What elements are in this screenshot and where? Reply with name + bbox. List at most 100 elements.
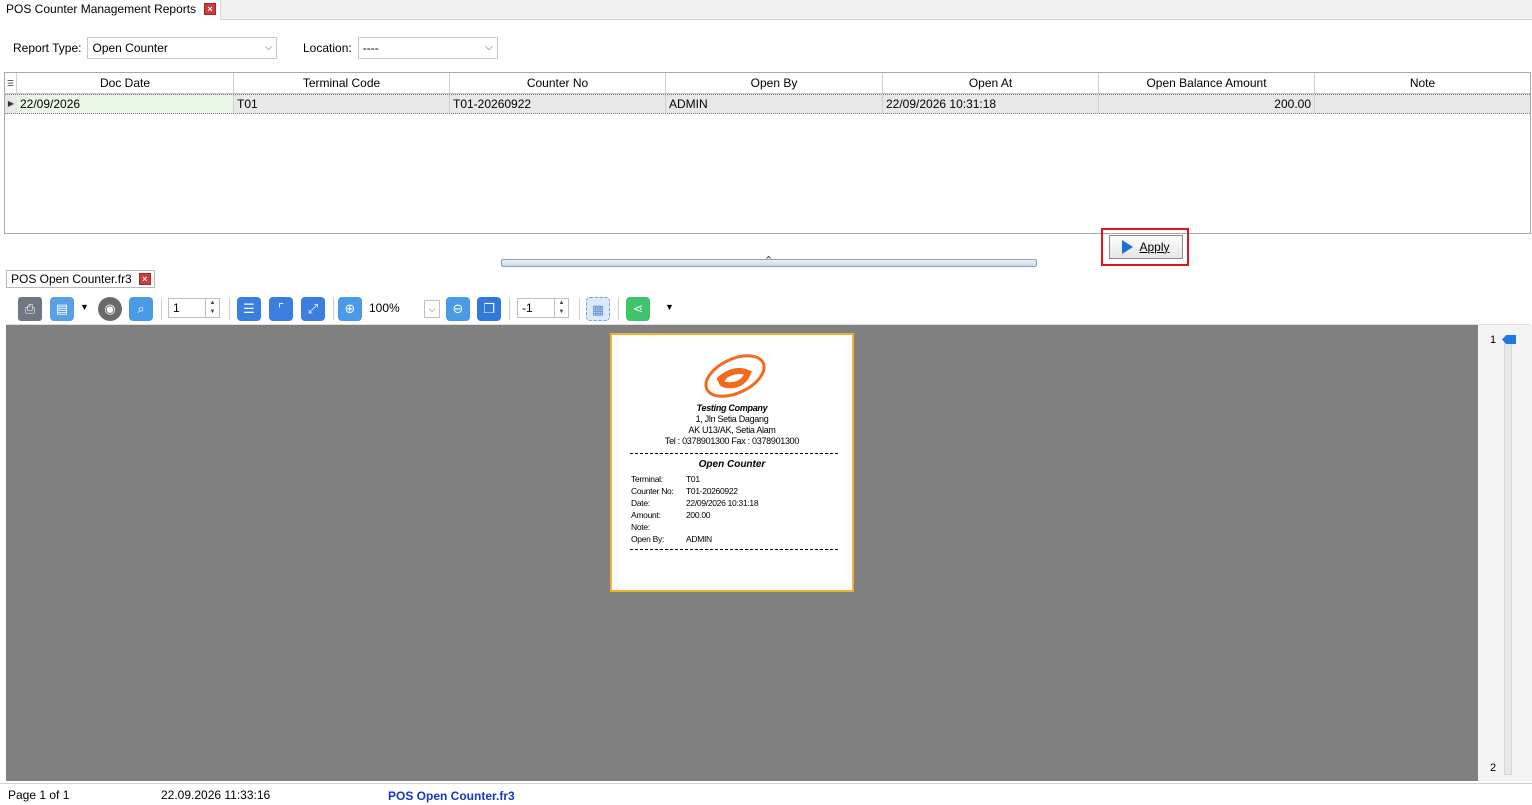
search-icon[interactable]: ⌕ — [129, 297, 153, 321]
divider — [630, 549, 838, 550]
window-tab-bar: POS Counter Management Reports × — [0, 0, 1532, 20]
field-label: Open By: — [631, 534, 665, 544]
select-area-icon[interactable]: ▦ — [586, 297, 610, 321]
field-row: Date: 22/09/2026 10:31:18 — [631, 497, 759, 509]
location-label: Location: — [303, 41, 352, 55]
col-open-at[interactable]: Open At — [883, 73, 1099, 94]
field-label: Date: — [631, 498, 650, 508]
cell-open-at[interactable]: 22/09/2026 10:31:18 — [883, 95, 1099, 113]
offset-stepper[interactable]: -1 ▲ ▼ — [517, 298, 569, 318]
location-filter: Location: ---- ⌵ — [303, 37, 498, 59]
tab-pos-counter-reports[interactable]: POS Counter Management Reports × — [0, 0, 222, 20]
field-value: T01 — [686, 474, 700, 484]
column-chooser-icon[interactable]: ☰ — [5, 73, 17, 94]
field-value: ADMIN — [686, 534, 712, 544]
company-block: Testing Company 1, Jln Setia Dagang AK U… — [612, 403, 852, 447]
col-doc-date[interactable]: Doc Date — [17, 73, 234, 94]
page-slider-track[interactable] — [1504, 339, 1512, 775]
toolbar-separator — [579, 298, 580, 320]
field-row: Open By: ADMIN — [631, 533, 758, 545]
panel-splitter[interactable]: ⌃ — [501, 255, 1037, 267]
field-label: Note: — [631, 522, 650, 532]
grid-header: ☰ Doc Date Terminal Code Counter No Open… — [5, 73, 1530, 94]
fit-page-icon[interactable]: ⌜ — [269, 297, 293, 321]
export-icon[interactable]: ▤ — [50, 297, 74, 321]
cell-counter-no[interactable]: T01-20260922 — [450, 95, 666, 113]
zoom-in-icon[interactable]: ⊕ — [338, 297, 362, 321]
chevron-down-icon: ⌵ — [485, 42, 493, 53]
fit-width-icon[interactable]: ☰ — [237, 297, 261, 321]
cell-terminal-code[interactable]: T01 — [234, 95, 450, 113]
first-page-number: 1 — [1490, 334, 1497, 346]
preview-toolbar: ⎙ ▤ ▼ ◉ ⌕ 1 ▲ ▼ ☰ ⌜ ⤢ ⊕ 100% ⌵ ⊖ ❐ -1 ▲ ▼ … — [6, 292, 1530, 325]
apply-button[interactable]: Apply — [1109, 235, 1183, 259]
report-preview-area[interactable]: Testing Company 1, Jln Setia Dagang AK U… — [6, 325, 1478, 781]
apply-highlight: Apply — [1101, 228, 1189, 266]
close-icon[interactable]: × — [204, 3, 217, 15]
location-select[interactable]: ---- ⌵ — [357, 37, 498, 59]
window-icon[interactable]: ❐ — [477, 297, 501, 321]
cell-open-by[interactable]: ADMIN — [666, 95, 883, 113]
status-page: Page 1 of 1 — [8, 788, 70, 802]
chevron-down-icon[interactable]: ▼ — [80, 302, 89, 312]
field-row: Terminal: T01 — [631, 473, 758, 485]
field-row: Note: — [631, 521, 758, 533]
col-counter-no[interactable]: Counter No — [450, 73, 666, 94]
field-label: Counter No: — [631, 486, 674, 496]
chevron-down-icon[interactable]: ▼ — [665, 302, 674, 312]
share-icon[interactable]: ⋖ — [626, 297, 650, 321]
chevron-down-icon: ⌵ — [264, 42, 273, 53]
chevron-up-icon[interactable]: ⌃ — [764, 254, 773, 267]
zoom-out-icon[interactable]: ⊖ — [446, 297, 470, 321]
toolbar-separator — [161, 298, 162, 320]
company-name: Testing Company — [696, 403, 768, 413]
page-number-value: 1 — [173, 301, 180, 315]
location-value: ---- — [362, 41, 379, 55]
apply-label: Apply — [1139, 240, 1170, 254]
company-address-2: AK U13/AK, Setia Alam — [688, 425, 776, 435]
field-value: 22/09/2026 10:31:18 — [686, 498, 759, 508]
field-label: Terminal: — [631, 474, 663, 484]
full-screen-icon[interactable]: ⤢ — [301, 297, 325, 321]
status-file: POS Open Counter.fr3 — [388, 789, 515, 803]
page-number-stepper[interactable]: 1 ▲ ▼ — [168, 298, 220, 318]
report-type-label: Report Type: — [13, 41, 82, 55]
cell-doc-date[interactable]: 22/09/2026 — [17, 95, 234, 113]
cell-open-balance-amount[interactable]: 200.00 — [1099, 95, 1315, 113]
close-icon[interactable]: × — [138, 273, 151, 285]
field-row: Amount: 200.00 — [631, 509, 758, 521]
company-contact: Tel : 0378901300 Fax : 0378901300 — [664, 436, 800, 446]
toolbar-separator — [618, 298, 619, 320]
col-terminal-code[interactable]: Terminal Code — [234, 73, 450, 94]
toolbar-separator — [229, 298, 230, 320]
zoom-dropdown-icon[interactable]: ⌵ — [424, 300, 440, 318]
col-open-balance-amount[interactable]: Open Balance Amount — [1099, 73, 1315, 94]
field-value: T01-20260922 — [686, 486, 738, 496]
offset-value: -1 — [522, 301, 533, 315]
eye-icon[interactable]: ◉ — [98, 297, 122, 321]
divider — [630, 453, 838, 454]
receipt-fields: Terminal: T01 Counter No: T01-20260922 Dat… — [631, 473, 759, 545]
report-type-select[interactable]: Open Counter ⌵ — [87, 37, 278, 59]
company-address-1: 1, Jln Setia Dagang — [695, 414, 769, 424]
zoom-level: 100% — [369, 301, 400, 315]
tab-report-preview[interactable]: POS Open Counter.fr3 × — [6, 270, 155, 288]
report-type-value: Open Counter — [92, 41, 168, 55]
spin-arrows-icon[interactable]: ▲ ▼ — [554, 299, 568, 317]
report-type-filter: Report Type: Open Counter ⌵ — [13, 37, 278, 59]
status-bar: Page 1 of 1 22.09.2026 11:33:16 POS Open… — [0, 783, 1532, 805]
print-icon[interactable]: ⎙ — [18, 297, 42, 321]
col-note[interactable]: Note — [1315, 73, 1530, 94]
field-label: Amount: — [631, 510, 661, 520]
col-open-by[interactable]: Open By — [666, 73, 883, 94]
cell-note[interactable] — [1315, 95, 1530, 113]
row-pointer-icon: ▶ — [7, 99, 15, 108]
table-row[interactable]: ▶ 22/09/2026 T01 T01-20260922 ADMIN 22/0… — [5, 94, 1530, 114]
last-page-number: 2 — [1490, 762, 1497, 774]
field-row: Counter No: T01-20260922 — [631, 485, 758, 497]
toolbar-separator — [509, 298, 510, 320]
spin-arrows-icon[interactable]: ▲ ▼ — [205, 299, 219, 317]
counter-grid[interactable]: ☰ Doc Date Terminal Code Counter No Open… — [4, 72, 1531, 234]
status-datetime: 22.09.2026 11:33:16 — [161, 788, 271, 802]
field-value: 200.00 — [686, 510, 711, 520]
